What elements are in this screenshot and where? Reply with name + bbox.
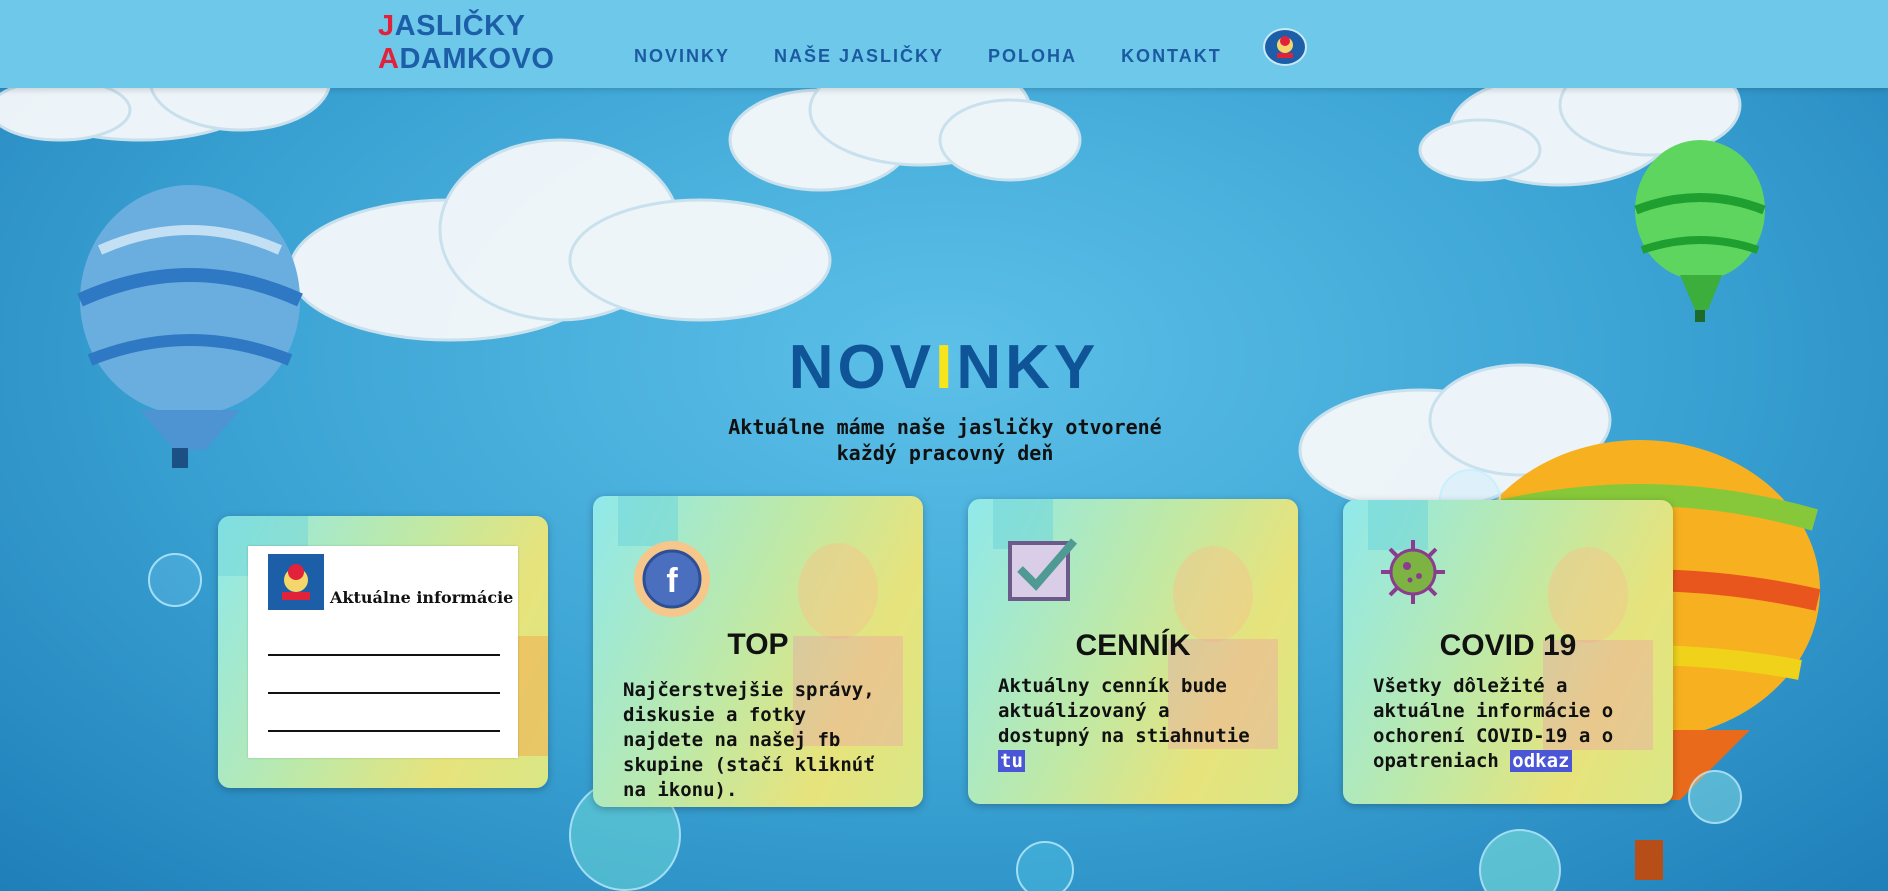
card-cennik: CENNÍK Aktuálny cenník bude aktuálizovan…: [968, 499, 1298, 804]
checkbox-icon: [1004, 533, 1080, 609]
facebook-icon[interactable]: f: [631, 538, 713, 624]
card-text-body: Všetky dôležité a aktuálne informácie o …: [1373, 675, 1614, 772]
logo-line-2: ADAMKOVO: [378, 43, 554, 76]
card-text: Aktuálny cenník bude aktuálizovaný a dos…: [998, 674, 1270, 774]
card-text: Všetky dôležité a aktuálne informácie o …: [1373, 674, 1645, 774]
mascot-icon: [1277, 36, 1293, 58]
page-subtitle: Aktuálne máme naše jasličky otvorené kaž…: [728, 415, 1162, 465]
nav-item-kontakt[interactable]: KONTAKT: [1121, 46, 1222, 67]
info-logo-icon: [268, 554, 324, 610]
card-text: Najčerstvejšie správy, diskusie a fotky …: [623, 679, 875, 801]
logo-text-adamkovo: DAMKOVO: [399, 43, 555, 75]
info-line: [268, 730, 500, 732]
card-title: TOP: [727, 628, 789, 661]
site-logo[interactable]: JASLIČKY ADAMKOVO: [378, 10, 554, 76]
page-title: NOVINKY: [788, 333, 1100, 402]
balloon-green: [1634, 140, 1766, 322]
info-line: [268, 692, 500, 694]
logo-line-1: JASLIČKY: [378, 10, 554, 43]
logo-initial-a: A: [378, 43, 400, 75]
info-panel: Aktuálne informácie: [248, 546, 518, 758]
balloon-blue: [77, 185, 303, 468]
card-top: f TOP Najčerstvejšie správy, diskusie a …: [593, 496, 923, 807]
logo-initial-j: J: [378, 10, 395, 42]
nav-item-poloha[interactable]: POLOHA: [988, 46, 1077, 67]
card-text-body: Aktuálny cenník bude aktuálizovaný a dos…: [998, 675, 1250, 747]
virus-icon: [1377, 536, 1449, 612]
card-info: Aktuálne informácie: [218, 516, 548, 788]
card-title: COVID 19: [1439, 629, 1577, 662]
nav-logo-avatar[interactable]: [1263, 28, 1307, 66]
site-header: JASLIČKY ADAMKOVO NOVINKY NAŠE JASLIČKY …: [0, 0, 1888, 88]
nav-item-nase-jaslicky[interactable]: NAŠE JASLIČKY: [774, 46, 944, 67]
svg-text:f: f: [666, 562, 678, 600]
covid-link[interactable]: odkaz: [1510, 750, 1572, 772]
card-title: CENNÍK: [1075, 629, 1191, 662]
logo-text-jaslicky: ASLIČKY: [394, 10, 526, 42]
card-covid: COVID 19 Všetky dôležité a aktuálne info…: [1343, 500, 1673, 804]
main-nav: NOVINKY NAŠE JASLIČKY POLOHA KONTAKT: [634, 46, 1266, 67]
info-line: [268, 654, 500, 656]
download-link[interactable]: tu: [998, 750, 1025, 772]
info-title: Aktuálne informácie: [330, 588, 514, 607]
nav-item-novinky[interactable]: NOVINKY: [634, 46, 730, 67]
